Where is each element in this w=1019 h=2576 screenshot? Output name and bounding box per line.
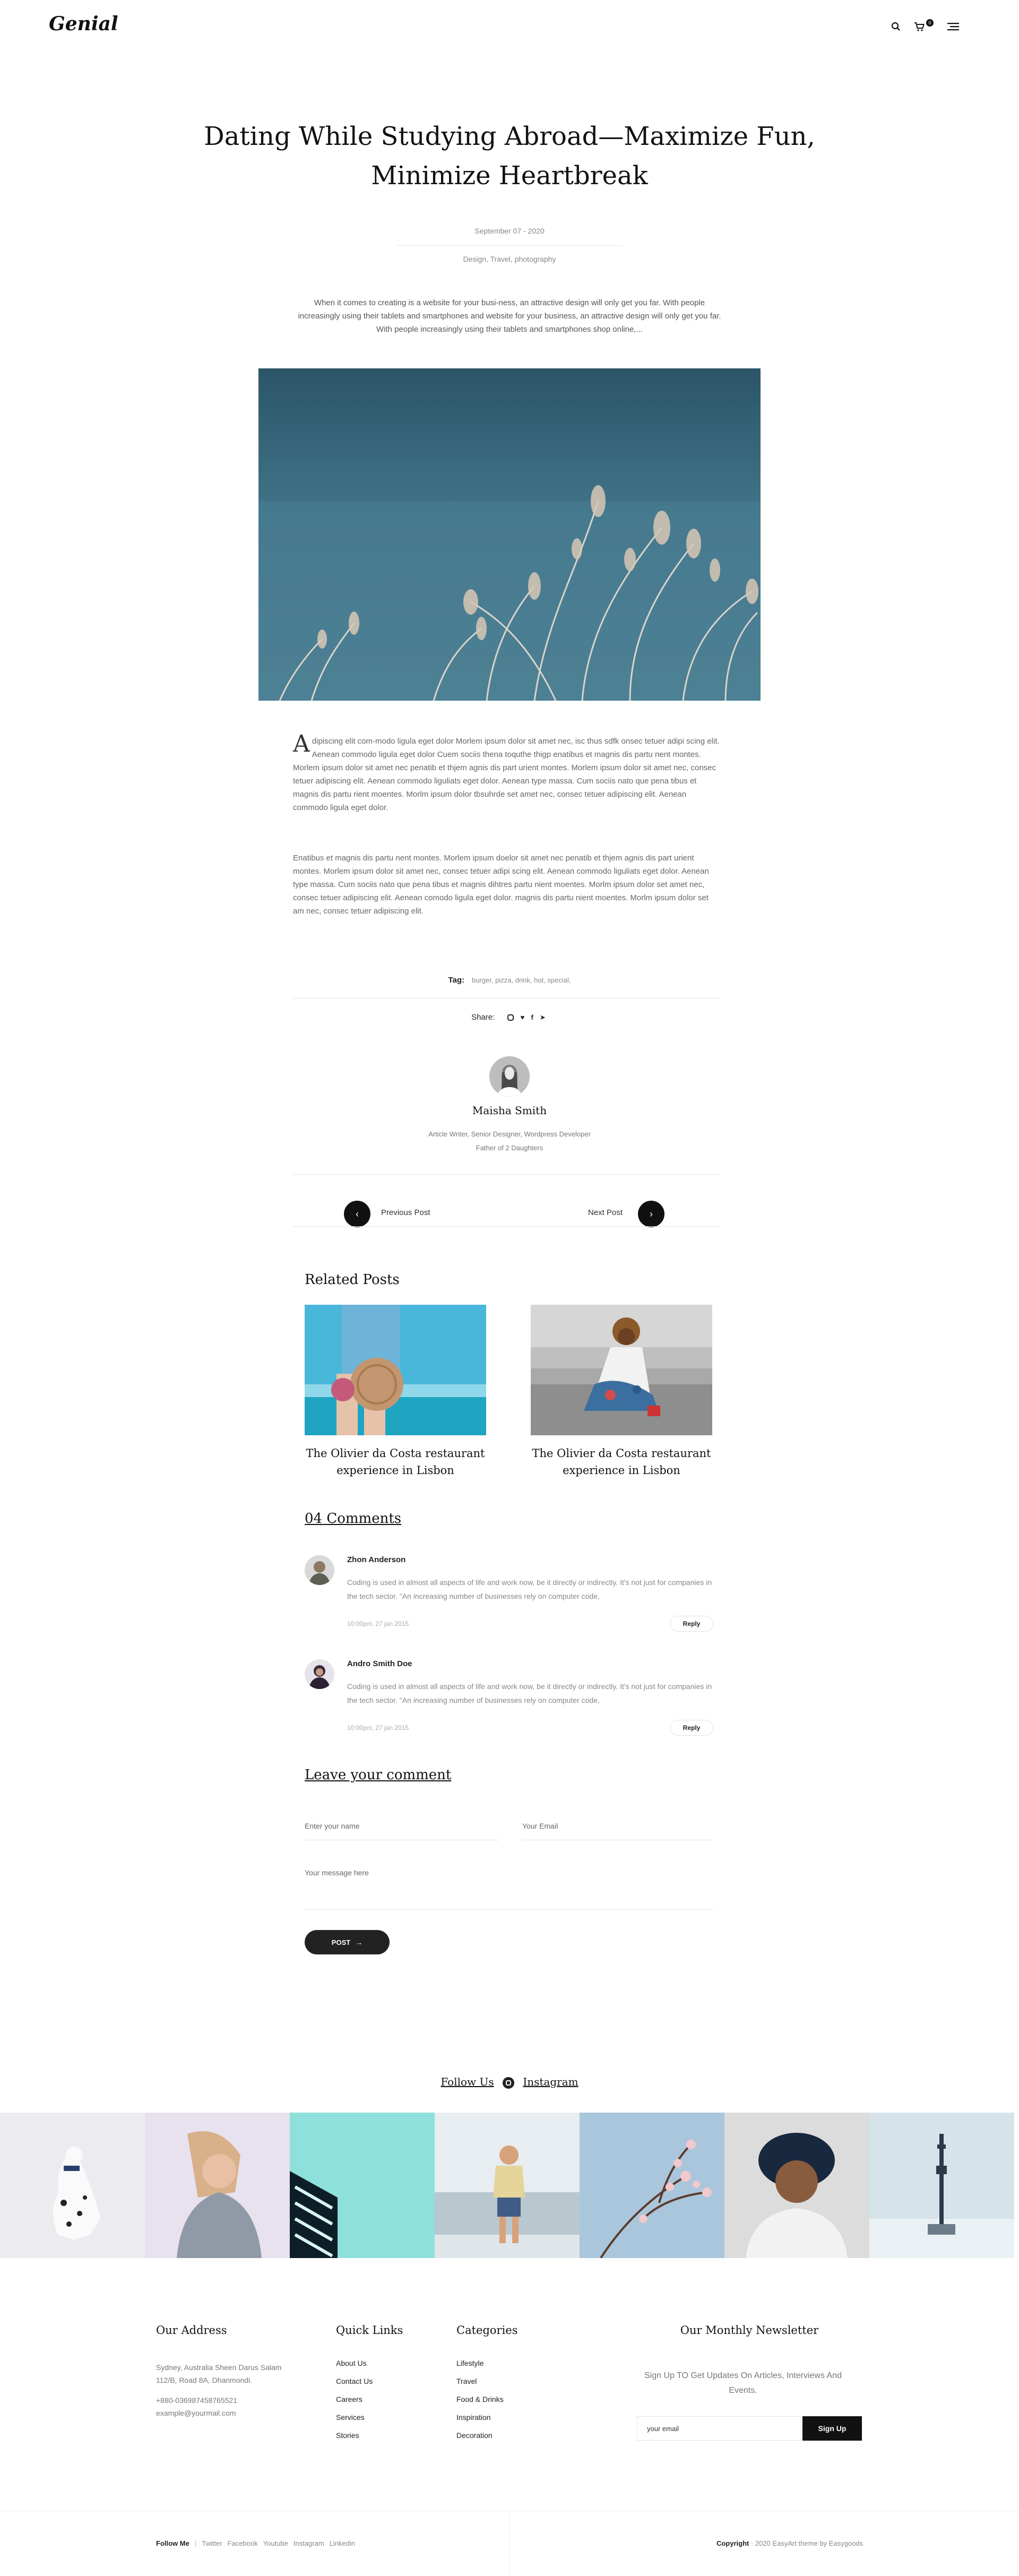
article-paragraph: Adipiscing elit com-modo ligula eget dol…: [293, 730, 720, 813]
divider: [397, 245, 622, 246]
article-title: Dating While Studying Abroad—Maximize Fu…: [204, 122, 815, 191]
article-intro: When it comes to creating is a website f…: [298, 298, 721, 334]
next-post-label[interactable]: Next Post: [588, 1208, 623, 1217]
footer-link-contact[interactable]: Contact Us: [336, 2377, 373, 2385]
newsletter-email-input[interactable]: [637, 2416, 801, 2441]
related-posts-heading: Related Posts: [305, 1272, 400, 1288]
next-post-button[interactable]: ›: [638, 1201, 664, 1227]
related-post-image[interactable]: [305, 1305, 486, 1435]
related-post-image[interactable]: [531, 1305, 712, 1435]
facebook-link[interactable]: Facebook: [228, 2539, 258, 2547]
arrow-right-icon: →: [356, 1938, 363, 1946]
footer-link-careers[interactable]: Careers: [336, 2395, 362, 2403]
site-logo[interactable]: Genial: [49, 13, 118, 35]
commenter-avatar: [305, 1555, 334, 1585]
article-categories[interactable]: Design, Travel, photography: [0, 255, 1019, 263]
comment-text: Coding is used in almost all aspects of …: [347, 1578, 712, 1600]
follow-me-label: Follow Me: [156, 2539, 189, 2547]
instagram-link[interactable]: Instagram: [523, 2075, 578, 2088]
youtube-link[interactable]: Youtube: [263, 2539, 288, 2547]
comment-text: Coding is used in almost all aspects of …: [347, 1682, 712, 1704]
quick-links-heading: Quick Links: [336, 2324, 403, 2337]
divider: [293, 1226, 720, 1227]
instagram-photo[interactable]: [290, 2113, 435, 2258]
reply-button[interactable]: Reply: [670, 1616, 713, 1632]
commenter-name: Andro Smith Doe: [347, 1659, 412, 1668]
instagram-icon[interactable]: [507, 1014, 514, 1021]
footer-address-heading: Our Address: [156, 2324, 227, 2337]
instagram-follow-heading: Follow Us Instagram: [0, 2075, 1019, 2089]
hero-image: [258, 368, 761, 701]
newsletter-text: Sign Up TO Get Updates On Articles, Inte…: [644, 2371, 842, 2395]
follow-us-link[interactable]: Follow Us: [441, 2075, 494, 2088]
post-comment-button[interactable]: POST →: [305, 1930, 390, 1954]
instagram-link[interactable]: Instagram: [293, 2539, 324, 2547]
divider: [293, 1174, 720, 1175]
instagram-photo[interactable]: [0, 2113, 145, 2258]
message-field[interactable]: [305, 1868, 713, 1910]
reply-button[interactable]: Reply: [670, 1720, 713, 1736]
instagram-photo[interactable]: [435, 2113, 580, 2258]
instagram-photo[interactable]: [145, 2113, 290, 2258]
instagram-photo[interactable]: [724, 2113, 869, 2258]
commenter-name: Zhon Anderson: [347, 1555, 406, 1564]
footer-category-lifestyle[interactable]: Lifestyle: [456, 2359, 483, 2367]
instagram-photo[interactable]: [580, 2113, 724, 2258]
footer-link-services[interactable]: Services: [336, 2413, 365, 2422]
tag-list[interactable]: burger, pizza, drink, hot, special,: [472, 976, 571, 984]
previous-post-button[interactable]: ‹: [344, 1201, 370, 1227]
email-field[interactable]: [522, 1822, 713, 1840]
site-header: Genial 0: [0, 0, 1019, 53]
chevron-right-icon: ›: [650, 1208, 653, 1219]
footer-category-travel[interactable]: Travel: [456, 2377, 477, 2385]
twitter-link[interactable]: Twitter: [202, 2539, 222, 2547]
footer-link-stories[interactable]: Stories: [336, 2431, 359, 2440]
menu-icon[interactable]: [947, 20, 960, 33]
cart-count-badge: 0: [926, 19, 934, 27]
chevron-left-icon: ‹: [356, 1208, 359, 1219]
footer-category-food[interactable]: Food & Drinks: [456, 2395, 504, 2403]
share-label: Share:: [471, 1013, 495, 1022]
dropcap: A: [293, 730, 310, 757]
categories-heading: Categories: [456, 2324, 518, 2337]
author-avatar: [489, 1056, 530, 1097]
commenter-avatar: [305, 1659, 334, 1689]
footer-address: Sydney, Australia Sheen Darus Salam 112/…: [156, 2363, 282, 2384]
facebook-icon[interactable]: f: [531, 1013, 533, 1021]
search-icon[interactable]: [890, 20, 902, 33]
copyright: Copyright · 2020 EasyArt theme by Easygo…: [716, 2539, 863, 2547]
newsletter-heading: Our Monthly Newsletter: [680, 2324, 819, 2337]
name-field[interactable]: [305, 1822, 499, 1840]
comment-form-heading: Leave your comment: [305, 1767, 452, 1783]
previous-post-label[interactable]: Previous Post: [381, 1208, 430, 1217]
author-name[interactable]: Maisha Smith: [0, 1104, 1019, 1117]
share-bar: Share: ♥ f ➤: [0, 1013, 1019, 1022]
footer-link-about[interactable]: About Us: [336, 2359, 367, 2367]
newsletter-signup-button[interactable]: Sign Up: [802, 2416, 862, 2441]
author-bio: Article Writer, Senior Designer, Wordpre…: [428, 1130, 591, 1152]
footer-category-decoration[interactable]: Decoration: [456, 2431, 493, 2440]
related-post-title[interactable]: The Olivier da Costa restaurant experien…: [289, 1445, 502, 1479]
article-paragraph: Enatibus et magnis dis partu nent montes…: [293, 854, 709, 916]
comment-date: 10:00pm, 27 jan 2015: [347, 1620, 409, 1627]
article-date: September 07 - 2020: [474, 227, 545, 235]
instagram-photo[interactable]: [869, 2113, 1014, 2258]
linkedin-link[interactable]: Linkedin: [330, 2539, 355, 2547]
instagram-icon: [503, 2077, 514, 2089]
comments-heading: 04 Comments: [305, 1511, 402, 1527]
related-post-title[interactable]: The Olivier da Costa restaurant experien…: [515, 1445, 728, 1479]
footer-phone[interactable]: +880-036987458765521: [156, 2394, 237, 2407]
comment-date: 10:00pm, 27 jan 2015: [347, 1724, 409, 1731]
footer-email[interactable]: example@yourmail.com: [156, 2407, 236, 2419]
twitter-icon[interactable]: ➤: [540, 1013, 546, 1021]
cart-icon[interactable]: [913, 20, 926, 33]
pinterest-icon[interactable]: ♥: [521, 1013, 525, 1021]
article-tags: Tag: burger, pizza, drink, hot, special,: [448, 976, 571, 985]
footer-social-links: Follow Me | Twitter Facebook Youtube Ins…: [156, 2539, 356, 2547]
footer-category-inspiration[interactable]: Inspiration: [456, 2413, 491, 2422]
